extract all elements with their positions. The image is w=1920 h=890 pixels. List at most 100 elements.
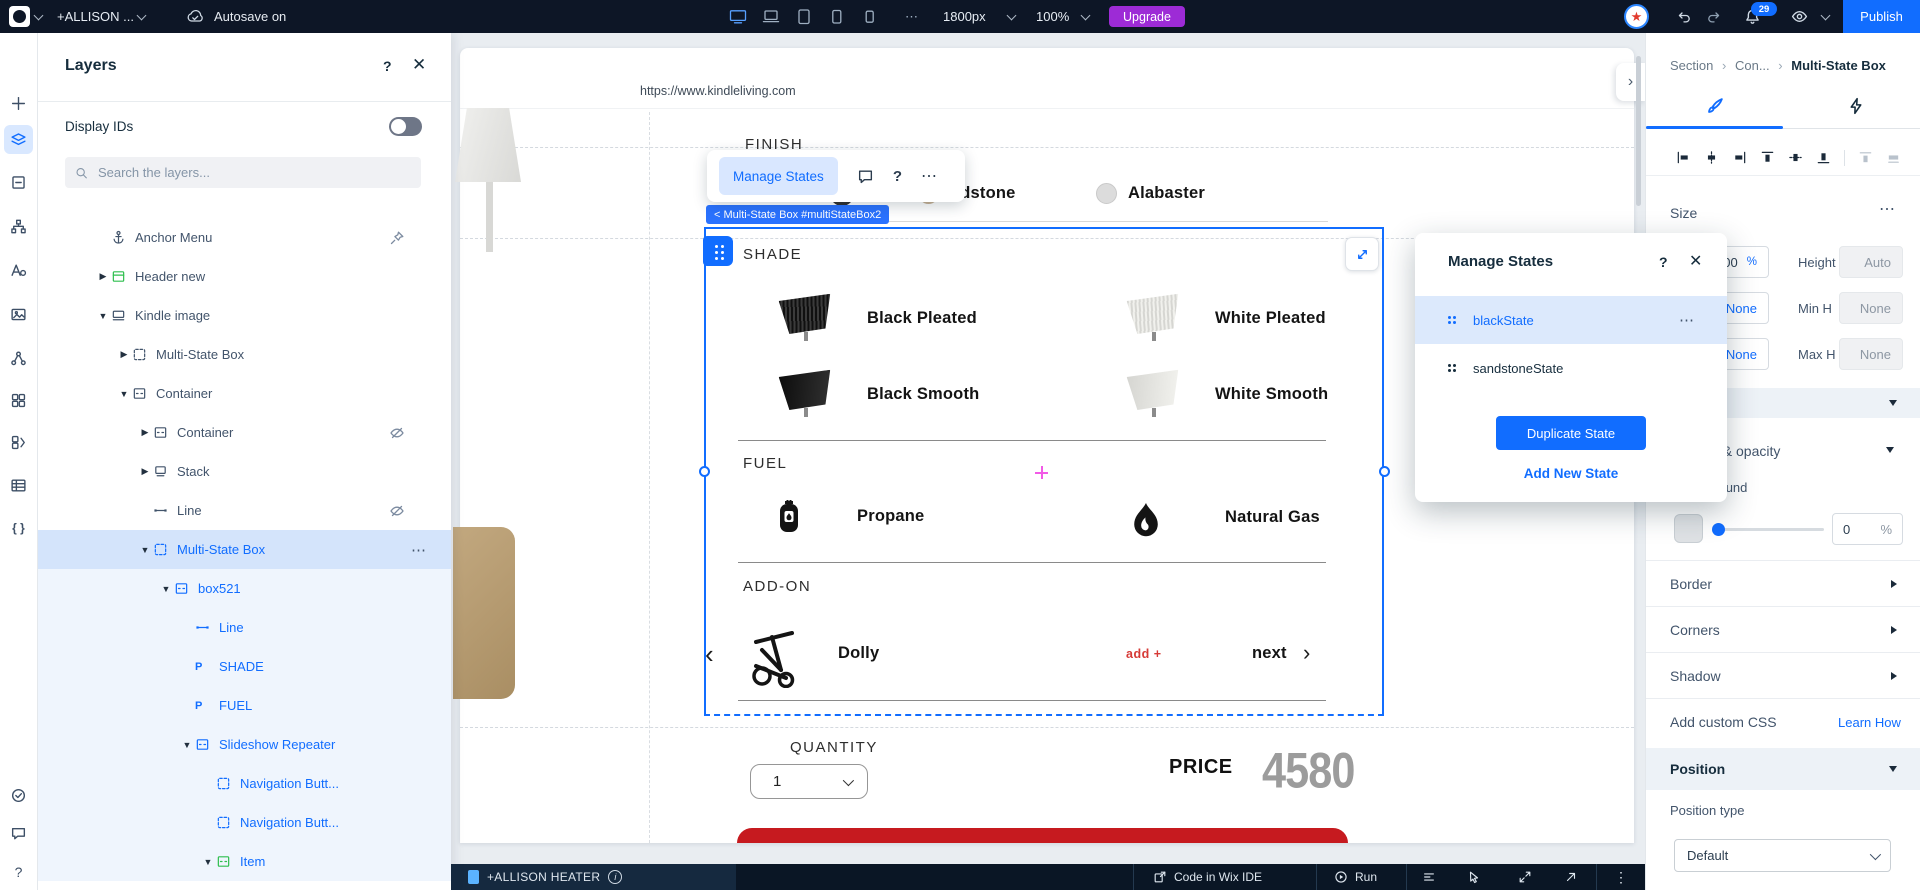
position-type-select[interactable]: Default (1674, 839, 1891, 872)
carousel-next-icon[interactable]: › (1303, 642, 1310, 664)
redo-icon[interactable] (1706, 9, 1722, 25)
layer-item-multi-state-box[interactable]: ▼ Multi-State Box ⋯ (37, 530, 451, 569)
more-icon[interactable]: ⋮ (1614, 864, 1628, 890)
resize-handle-left[interactable] (699, 466, 710, 477)
rail-components-icon[interactable] (4, 428, 33, 457)
more-icon[interactable]: ⋯ (1679, 311, 1695, 329)
autosave-label[interactable]: Autosave on (214, 9, 286, 24)
rail-media-icon[interactable] (4, 300, 33, 329)
breakpoint-tablet-icon[interactable] (795, 8, 813, 25)
wix-logo[interactable] (9, 6, 30, 27)
selection-breadcrumb-chip[interactable]: < Multi-State Box #multiStateBox2 (706, 205, 890, 224)
expand-right-icon[interactable]: ▶ (95, 271, 111, 282)
breakpoint-laptop-icon[interactable] (762, 8, 780, 25)
position-section-header[interactable]: Position (1646, 748, 1920, 790)
layer-item-stack[interactable]: ▶ Stack (37, 452, 451, 491)
carousel-prev-icon[interactable]: ‹ (705, 641, 714, 667)
expand-down-icon[interactable]: ▼ (116, 389, 132, 399)
expand-down-icon[interactable]: ▼ (95, 311, 111, 321)
preview-eye-icon[interactable] (1790, 8, 1809, 25)
tab-interactions[interactable] (1845, 95, 1867, 117)
layer-item-item[interactable]: ▼ Item (37, 842, 451, 881)
align-right-icon[interactable] (1732, 150, 1747, 165)
close-icon[interactable]: ✕ (1689, 251, 1702, 271)
height-field[interactable]: Auto (1839, 246, 1903, 278)
layer-item-fuel[interactable]: P FUEL (37, 686, 451, 725)
layers-search[interactable] (65, 157, 421, 188)
rail-feedback-icon[interactable] (4, 819, 33, 848)
state-row-blackState[interactable]: blackState ⋯ (1415, 296, 1727, 344)
site-name[interactable]: +ALLISON ... (57, 9, 134, 24)
help-icon[interactable]: ? (383, 58, 392, 74)
rail-add-elements-icon[interactable] (4, 89, 33, 118)
rail-layers-icon[interactable] (4, 125, 33, 154)
layer-item-container[interactable]: ▶ Container (37, 413, 451, 452)
center-horizontal-icon[interactable] (1704, 150, 1719, 165)
resize-handle-right[interactable] (1379, 466, 1390, 477)
rail-typography-icon[interactable] (4, 256, 33, 285)
duplicate-state-button[interactable]: Duplicate State (1496, 416, 1646, 450)
layer-item-multi-state-box[interactable]: ▶ Multi-State Box (37, 335, 451, 374)
match-height-icon[interactable] (1886, 150, 1901, 165)
layer-item-anchor-menu[interactable]: Anchor Menu (37, 218, 451, 257)
hidden-icon[interactable] (389, 503, 405, 519)
fuel-option-propane[interactable]: Propane (776, 499, 924, 535)
layer-item-slideshow-repeater[interactable]: ▼ Slideshow Repeater (37, 725, 451, 764)
rail-pages-icon[interactable] (4, 168, 33, 197)
rail-sitemap-icon[interactable] (4, 212, 33, 241)
pin-icon[interactable] (389, 230, 405, 246)
design-row-corners[interactable]: Corners (1646, 606, 1920, 652)
expand-down-icon[interactable]: ▼ (200, 857, 216, 867)
layer-item-navigation-butt[interactable]: Navigation Butt... (37, 803, 451, 842)
carousel-next-label[interactable]: next (1252, 644, 1287, 663)
tab-design[interactable] (1704, 95, 1726, 117)
layer-item-kindle-image[interactable]: ▼ Kindle image (37, 296, 451, 335)
open-external-icon[interactable] (1564, 864, 1578, 890)
breakpoint-desktop-icon[interactable] (729, 8, 747, 25)
chevron-down-icon[interactable] (136, 10, 147, 21)
layer-item-box521[interactable]: ▼ box521 (37, 569, 451, 608)
layer-item-line[interactable]: Line (37, 491, 451, 530)
hidden-icon[interactable] (389, 425, 405, 441)
size-more-icon[interactable]: ⋯ (1879, 199, 1896, 219)
expand-down-icon[interactable]: ▼ (158, 584, 174, 594)
design-row-border[interactable]: Border (1646, 560, 1920, 606)
center-vertical-icon[interactable] (1788, 150, 1803, 165)
match-width-icon[interactable] (1858, 150, 1873, 165)
rail-checklist-icon[interactable] (4, 781, 33, 810)
info-icon[interactable]: i (608, 870, 623, 884)
design-row-shadow[interactable]: Shadow (1646, 652, 1920, 698)
quantity-select[interactable]: 1 (750, 764, 868, 799)
expand-console-icon[interactable] (1518, 864, 1532, 890)
chevron-down-icon[interactable] (1080, 10, 1091, 21)
drag-handle[interactable] (703, 236, 733, 266)
chevron-down-icon[interactable] (1820, 10, 1831, 21)
zoom-value[interactable]: 100% (1036, 9, 1069, 24)
finish-option-alabaster[interactable]: Alabaster (1128, 184, 1205, 203)
search-input[interactable] (95, 164, 411, 181)
add-addon-button[interactable]: add + (1126, 647, 1162, 661)
max-height-field[interactable]: None (1839, 338, 1903, 370)
layer-item-container[interactable]: ▼ Container (37, 374, 451, 413)
add-new-state-link[interactable]: Add New State (1415, 466, 1727, 481)
undo-icon[interactable] (1676, 9, 1692, 25)
align-left-icon[interactable] (1676, 150, 1691, 165)
drag-dots-icon[interactable] (1448, 364, 1451, 367)
breadcrumb-container[interactable]: Con... (1735, 58, 1770, 73)
breakpoint-mobile-icon[interactable] (828, 8, 846, 25)
align-bottom-icon[interactable] (1816, 150, 1831, 165)
upgrade-button[interactable]: Upgrade (1109, 6, 1185, 27)
layer-item-navigation-butt[interactable]: Navigation Butt... (37, 764, 451, 803)
learn-how-link[interactable]: Learn How (1838, 715, 1901, 730)
expand-right-icon[interactable]: ▶ (116, 349, 132, 360)
close-icon[interactable]: ✕ (412, 55, 426, 75)
chevron-down-icon[interactable] (33, 10, 44, 21)
opacity-slider-handle[interactable] (1712, 523, 1725, 536)
opacity-field[interactable]: 0 % (1832, 513, 1903, 545)
expand-right-icon[interactable]: ▶ (137, 466, 153, 477)
manage-states-button[interactable]: Manage States (719, 157, 838, 195)
breadcrumb-section[interactable]: Section (1670, 58, 1713, 73)
help-icon[interactable]: ? (1659, 254, 1668, 270)
display-ids-toggle[interactable] (389, 117, 422, 136)
avatar[interactable]: ★ (1624, 4, 1649, 29)
